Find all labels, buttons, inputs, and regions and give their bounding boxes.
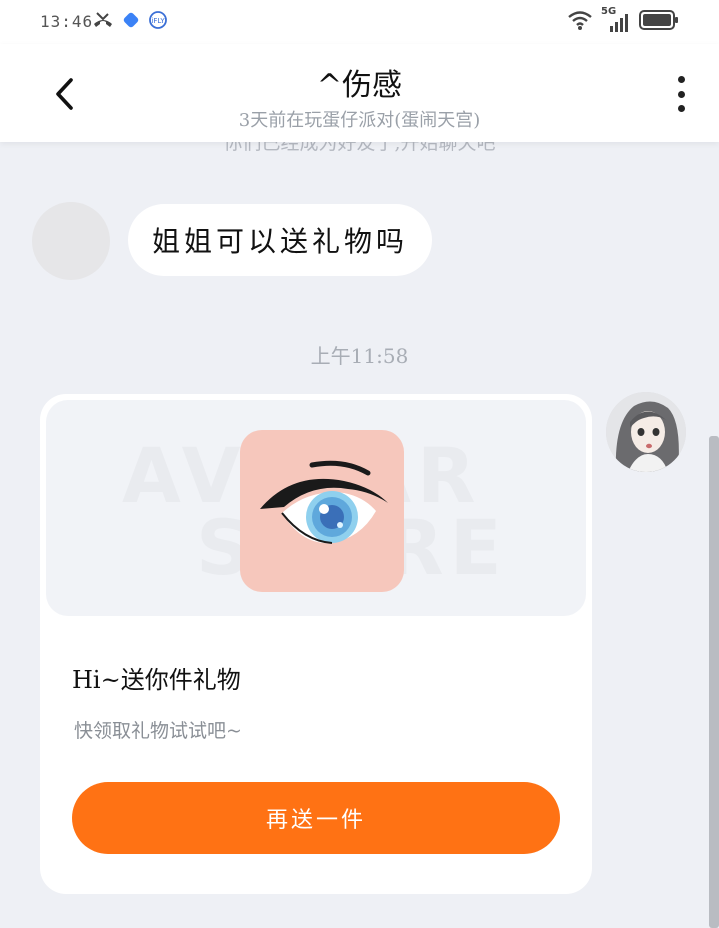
missed-call-icon: [94, 12, 112, 27]
message-timestamp: 上午11:58: [310, 344, 409, 368]
anime-girl-avatar-image: [606, 392, 686, 472]
scrollbar[interactable]: [709, 436, 719, 928]
wifi-icon: [568, 11, 592, 30]
more-vertical-icon-dot: [677, 76, 685, 83]
chat-title: ^伤感: [316, 68, 403, 103]
more-options-button[interactable]: [669, 74, 693, 114]
gift-card[interactable]: AVATAR STORE Hi~送你件礼物 快领取礼物试试吧~ 再送一件: [40, 394, 592, 894]
anime-eye-icon: [260, 460, 388, 544]
svg-text:iFLY: iFLY: [151, 17, 165, 25]
avatar[interactable]: [32, 202, 110, 280]
ifly-icon: iFLY: [149, 11, 167, 29]
gift-card-description: 快领取礼物试试吧~: [74, 720, 242, 742]
more-vertical-icon-dot: [677, 105, 685, 112]
gift-item-tile: [240, 430, 404, 592]
send-another-gift-button[interactable]: 再送一件: [72, 782, 560, 854]
chat-subtitle: 3天前在玩蛋仔派对(蛋闹天宫): [238, 110, 481, 131]
gift-card-title: Hi~送你件礼物: [72, 666, 241, 694]
battery-icon: [639, 10, 678, 30]
status-left-icons: iFLY: [92, 10, 168, 30]
more-vertical-icon-dot: [677, 90, 685, 98]
status-time: 13:46: [40, 12, 94, 31]
chat-header: ^伤感 3天前在玩蛋仔派对(蛋闹天宫): [0, 44, 719, 142]
signal-group: 5G: [601, 6, 631, 32]
status-right-icons: 5G: [567, 6, 679, 32]
message-bubble[interactable]: 姐姐可以送礼物吗: [128, 204, 433, 276]
gift-image-area: AVATAR STORE: [46, 400, 586, 616]
app-badge-icon: [123, 12, 139, 28]
status-bar: 13:46 iFLY 5G: [0, 0, 719, 44]
signal-icon: [610, 14, 628, 32]
avatar[interactable]: [606, 392, 686, 472]
